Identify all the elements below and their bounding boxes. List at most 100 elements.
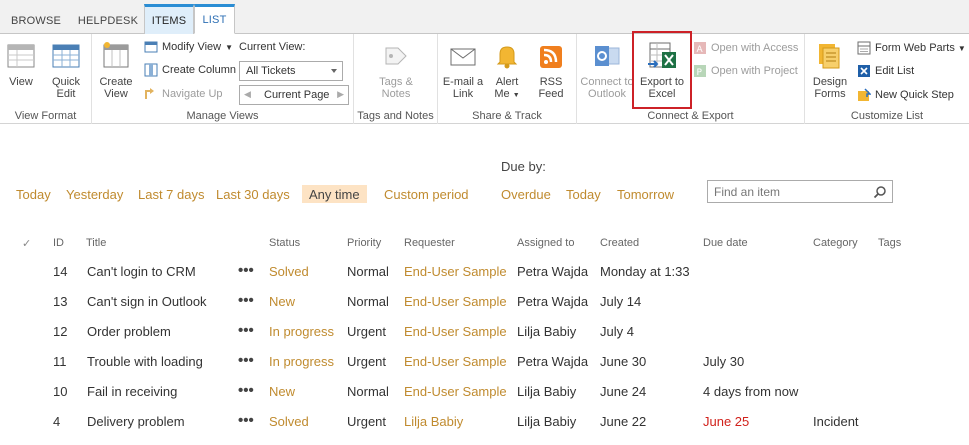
group-label-share-track: Share & Track — [472, 110, 542, 122]
quick-edit-button[interactable]: Quick Edit — [46, 40, 86, 100]
tags-notes-button[interactable]: Tags & Notes — [374, 40, 418, 100]
cell-title[interactable]: Can't sign in Outlook — [87, 294, 207, 309]
cell-priority: Urgent — [347, 354, 387, 369]
search-input[interactable]: Find an item — [714, 185, 780, 199]
cell-status[interactable]: Solved — [269, 264, 309, 279]
group-label-customize-list: Customize List — [850, 110, 924, 122]
filter-any-time[interactable]: Any time — [302, 185, 367, 203]
filter-last-30-days[interactable]: Last 30 days — [216, 185, 290, 203]
group-manage-views: Create View Modify View ▼ Create Column … — [92, 34, 354, 124]
email-link-button[interactable]: E-mail a Link — [442, 40, 484, 100]
tab-helpdesk[interactable]: HELPDESK — [72, 7, 144, 34]
modify-view-button[interactable]: Modify View ▼ — [144, 37, 233, 57]
select-all-checkmark[interactable]: ✓ — [22, 237, 31, 250]
group-share-track: E-mail a Link Alert Me ▼ RSS Feed Share … — [438, 34, 577, 124]
cell-id: 13 — [53, 294, 68, 309]
tab-items[interactable]: ITEMS — [144, 4, 194, 34]
column-header-due-date[interactable]: Due date — [703, 237, 748, 249]
cell-requester[interactable]: Lilja Babiy — [404, 414, 463, 429]
edit-list-button[interactable]: Edit List — [857, 61, 914, 81]
cell-requester[interactable]: End-User Sample — [404, 384, 507, 399]
cell-created: June 30 — [600, 354, 647, 369]
column-header-status[interactable]: Status — [269, 237, 300, 249]
cell-status[interactable]: In progress — [269, 324, 334, 339]
row-menu-icon[interactable]: ••• — [238, 412, 254, 429]
cell-title[interactable]: Fail in receiving — [87, 384, 177, 399]
column-header-assigned-to[interactable]: Assigned to — [517, 237, 574, 249]
column-header-priority[interactable]: Priority — [347, 237, 381, 249]
cell-title[interactable]: Can't login to CRM — [87, 264, 196, 279]
filter-overdue[interactable]: Overdue — [501, 185, 551, 203]
cell-priority: Urgent — [347, 414, 387, 429]
cell-requester[interactable]: End-User Sample — [404, 264, 507, 279]
cell-status[interactable]: New — [269, 384, 295, 399]
design-forms-button[interactable]: Design Forms — [809, 40, 851, 100]
group-connect-export: Connect to Outlook Export to Excel A Ope… — [577, 31, 805, 124]
cell-due-date: July 30 — [703, 354, 745, 369]
cell-requester[interactable]: End-User Sample — [404, 294, 507, 309]
open-project-button[interactable]: P Open with Project — [693, 61, 798, 81]
open-access-button[interactable]: A Open with Access — [693, 38, 798, 58]
row-menu-icon[interactable]: ••• — [238, 352, 254, 369]
group-view-format: View Quick Edit View Format — [0, 34, 92, 124]
filter-custom-period[interactable]: Custom period — [384, 185, 469, 203]
view-button[interactable]: View — [4, 40, 38, 88]
ribbon: View Quick Edit View Format Create View … — [0, 31, 969, 124]
cell-title[interactable]: Order problem — [87, 324, 171, 339]
search-box[interactable]: Find an item — [707, 180, 893, 203]
cell-title[interactable]: Trouble with loading — [87, 354, 203, 369]
row-menu-icon[interactable]: ••• — [238, 382, 254, 399]
rss-icon — [535, 40, 567, 72]
cell-status[interactable]: New — [269, 294, 295, 309]
row-menu-icon[interactable]: ••• — [238, 292, 254, 309]
cell-created: June 22 — [600, 414, 647, 429]
current-view-label: Current View: — [239, 41, 306, 53]
group-customize-list: Design Forms Form Web Parts ▼ Edit List … — [805, 34, 969, 124]
cell-status[interactable]: In progress — [269, 354, 334, 369]
create-column-button[interactable]: Create Column — [144, 60, 236, 80]
row-menu-icon[interactable]: ••• — [238, 322, 254, 339]
alert-me-button[interactable]: Alert Me ▼ — [490, 40, 524, 102]
column-header-title[interactable]: Title — [86, 237, 106, 249]
cell-status[interactable]: Solved — [269, 414, 309, 429]
cell-title[interactable]: Delivery problem — [87, 414, 185, 429]
chevron-left-icon[interactable]: ◀ — [244, 89, 251, 100]
filter-due-tomorrow[interactable]: Tomorrow — [617, 185, 674, 203]
navigate-up-icon — [145, 88, 154, 99]
column-header-created[interactable]: Created — [600, 237, 639, 249]
search-icon[interactable] — [873, 185, 887, 199]
connect-outlook-button[interactable]: Connect to Outlook — [580, 40, 634, 100]
tab-list[interactable]: LIST — [194, 4, 235, 34]
svg-text:A: A — [697, 45, 704, 55]
cell-requester[interactable]: End-User Sample — [404, 354, 507, 369]
filter-due-today[interactable]: Today — [566, 185, 601, 203]
email-icon — [447, 40, 479, 72]
quick-edit-icon — [50, 40, 82, 72]
column-header-requester[interactable]: Requester — [404, 237, 455, 249]
cell-created: June 24 — [600, 384, 647, 399]
svg-text:P: P — [697, 68, 703, 78]
filter-yesterday[interactable]: Yesterday — [66, 185, 123, 203]
new-quick-step-button[interactable]: New Quick Step — [857, 85, 954, 105]
filter-today[interactable]: Today — [16, 185, 51, 203]
current-page-pager[interactable]: ◀ Current Page ▶ — [239, 85, 349, 105]
cell-id: 10 — [53, 384, 68, 399]
cell-created: Monday at 1:33 — [600, 264, 690, 279]
filter-last-7-days[interactable]: Last 7 days — [138, 185, 205, 203]
chevron-right-icon[interactable]: ▶ — [337, 89, 344, 100]
column-header-category[interactable]: Category — [813, 237, 858, 249]
row-menu-icon[interactable]: ••• — [238, 262, 254, 279]
column-header-id[interactable]: ID — [53, 237, 64, 249]
create-view-button[interactable]: Create View — [98, 40, 134, 100]
cell-requester[interactable]: End-User Sample — [404, 324, 507, 339]
tab-browse[interactable]: BROWSE — [0, 7, 72, 34]
navigate-up-button[interactable]: Navigate Up — [144, 84, 223, 104]
form-web-parts-button[interactable]: Form Web Parts ▼ — [857, 38, 966, 58]
rss-feed-button[interactable]: RSS Feed — [534, 40, 568, 100]
edit-list-icon — [858, 65, 870, 77]
current-view-select[interactable]: All Tickets — [239, 61, 343, 81]
cell-id: 4 — [53, 414, 61, 429]
cell-created: July 4 — [600, 324, 634, 339]
quick-step-icon — [858, 88, 871, 101]
column-header-tags[interactable]: Tags — [878, 237, 901, 249]
